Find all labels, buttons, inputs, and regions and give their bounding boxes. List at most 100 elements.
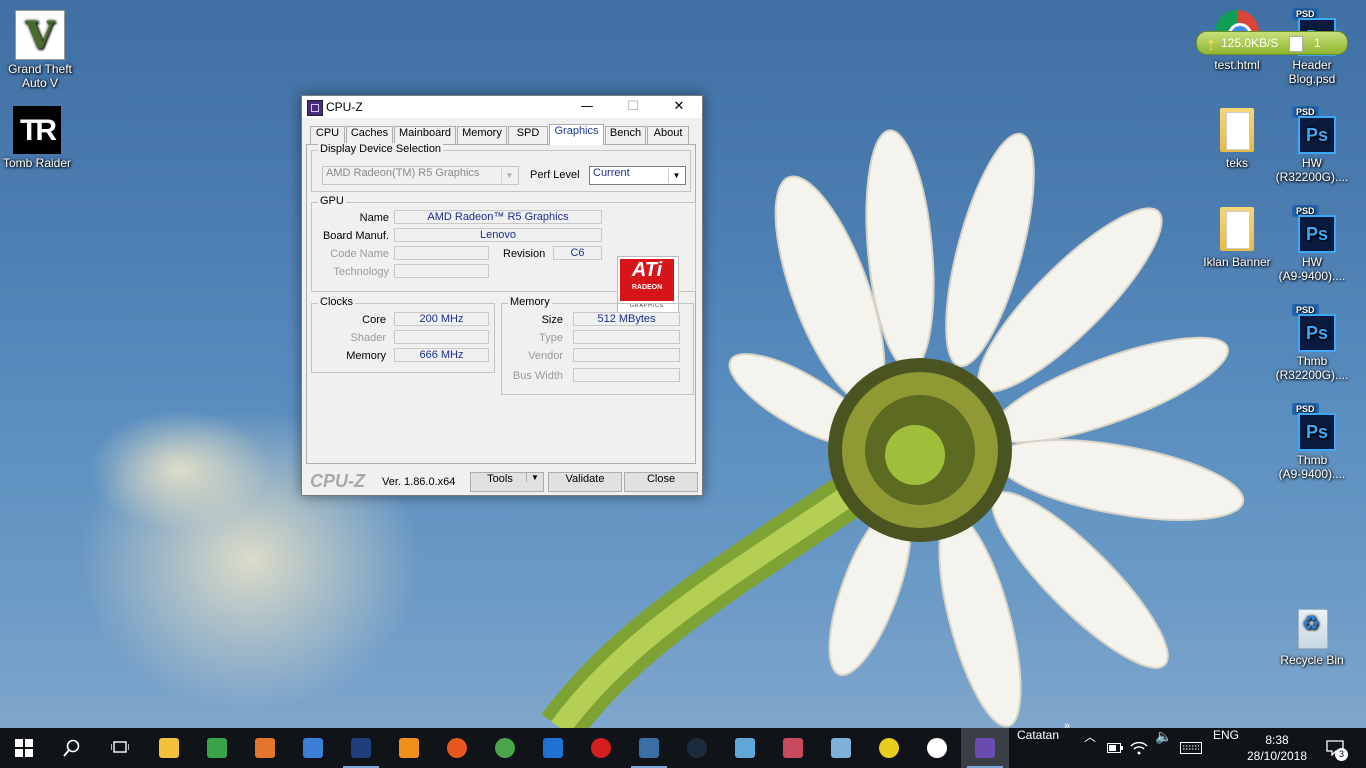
desktop-icon-gta-v[interactable]: V Grand Theft Auto V [0,10,80,90]
desktop-icon-hw-a9-9400[interactable]: PSD Ps HW (A9-9400).... [1272,205,1352,283]
close-button[interactable]: Close [624,472,698,492]
tray-label[interactable]: Catatan [1017,728,1059,768]
chevron-down-icon: ▼ [501,168,517,183]
technology-value [394,264,489,278]
taskbar-app-steam[interactable] [673,728,721,768]
desktop-icon-label: Header [1292,58,1332,72]
gpu-name-label: Name [359,212,389,224]
tab-caches[interactable]: Caches [346,126,393,144]
tools-button[interactable]: Tools ▼ [470,472,544,492]
taskbar-app-app-cross[interactable] [865,728,913,768]
core-clock-label: Core [362,314,386,326]
chevron-down-icon[interactable]: ▼ [526,473,543,482]
group-legend: Memory [508,296,552,308]
code-name-label: Code Name [330,248,389,260]
app-eagle-icon [639,738,659,758]
taskbar-app-app-blue[interactable] [721,728,769,768]
desktop-icon-label: HW [1302,156,1322,170]
wifi-icon[interactable] [1130,741,1148,755]
desktop-icon-label: Iklan Banner [1203,255,1271,269]
tab-graphics[interactable]: Graphics [549,124,604,145]
validate-button[interactable]: Validate [548,472,622,492]
taskbar-app-paint[interactable] [817,728,865,768]
psd-icon: PSDPs [1290,205,1336,253]
desktop-icon-thmb-a9-9400[interactable]: PSD Ps Thmb (A9-9400).... [1272,403,1352,481]
steam-icon [687,738,707,758]
presentation-icon [255,738,275,758]
volume-icon[interactable]: 🔈 [1155,728,1172,768]
clock[interactable]: 8:38 28/10/2018 [1246,732,1308,764]
device-select[interactable]: AMD Radeon(TM) R5 Graphics ▼ [322,166,519,185]
window-footer: CPU-Z Ver. 1.86.0.x64 Tools ▼ Validate C… [302,468,702,494]
taskbar-app-sublime-text[interactable] [385,728,433,768]
action-center-button[interactable]: 3 [1318,728,1366,768]
edge-icon [543,738,563,758]
version-label: Ver. 1.86.0.x64 [382,476,456,488]
task-view-icon [111,741,129,753]
tab-mainboard[interactable]: Mainboard [394,126,456,144]
taskbar-app-chrome[interactable] [481,728,529,768]
memory-clock-value: 666 MHz [394,348,489,362]
tab-spd[interactable]: SPD [508,126,548,144]
close-window-button[interactable]: ✕ [656,96,702,118]
network-speed-meter[interactable]: ⇡ 125.0KB/S 1 [1196,31,1348,55]
psd-icon: PSDPs [1290,304,1336,352]
minimize-button[interactable]: — [564,96,610,118]
taskbar-app-file-explorer[interactable] [145,728,193,768]
document-icon [1289,36,1303,52]
start-button[interactable] [0,728,48,768]
clock-date: 28/10/2018 [1246,749,1308,763]
show-hidden-icons-icon[interactable]: ︿ [1084,728,1096,768]
taskbar-app-presentation[interactable] [241,728,289,768]
chevron-down-icon: ▼ [668,168,684,183]
taskbar-app-document[interactable] [289,728,337,768]
task-view-button[interactable] [96,728,144,768]
title-bar[interactable]: CPU-Z — ☐ ✕ [302,96,702,118]
taskbar-app-firefox[interactable] [433,728,481,768]
display-device-group: Display Device Selection AMD Radeon(TM) … [311,143,691,192]
taskbar-app-spreadsheet[interactable] [193,728,241,768]
clock-time: 8:38 [1265,733,1289,747]
sublime-text-icon [399,738,419,758]
taskbar-app-record[interactable] [577,728,625,768]
record-icon [591,738,611,758]
clocks-group: Clocks Core 200 MHz Shader Memory 666 MH… [311,296,495,373]
taskbar-app-cpu-z[interactable] [961,728,1009,768]
memory-vendor-value [573,348,680,362]
tray-expand-icon[interactable]: » [1064,720,1070,760]
taskbar-app-app-eagle[interactable] [625,728,673,768]
search-button[interactable] [48,728,96,768]
tab-about[interactable]: About [647,126,689,144]
group-legend: Display Device Selection [318,143,444,155]
taskbar-app-app-umbrella[interactable] [769,728,817,768]
taskbar-app-photoshop[interactable] [337,728,385,768]
desktop-icon-label: HW [1302,255,1322,269]
desktop-icon-iklan-banner[interactable]: Iklan Banner [1197,207,1277,269]
taskbar-app-edge[interactable] [529,728,577,768]
tab-bench[interactable]: Bench [605,126,646,144]
keyboard-icon[interactable] [1180,742,1202,754]
desktop-icon-label: teks [1225,156,1248,170]
board-manuf-value: Lenovo [394,228,602,242]
perf-level-value: Current [593,167,630,179]
maximize-button[interactable]: ☐ [610,96,656,118]
tab-memory[interactable]: Memory [457,126,507,144]
desktop-icon-recycle-bin[interactable]: Recycle Bin [1272,603,1352,667]
language-indicator[interactable]: ENG [1213,728,1239,768]
desktop-icon-thmb-r32200g[interactable]: PSD Ps Thmb (R32200G).... [1272,304,1352,382]
desktop-icon-tomb-raider[interactable]: TR Tomb Raider [0,106,77,170]
taskbar-app-settings[interactable] [913,728,961,768]
recycle-bin-icon [1288,603,1336,651]
paint-icon [831,738,851,758]
tab-cpu[interactable]: CPU [310,126,345,144]
perf-level-select[interactable]: Current ▼ [589,166,686,185]
desktop-icon-label: (A9-9400).... [1278,269,1346,283]
firefox-icon [447,738,467,758]
memory-clock-label: Memory [346,350,386,362]
memory-size-value: 512 MBytes [573,312,680,326]
search-icon [63,739,80,757]
network-count: 1 [1314,36,1321,50]
battery-icon[interactable] [1107,743,1123,753]
desktop-icon-hw-r32200g[interactable]: PSD Ps HW (R32200G).... [1272,106,1352,184]
desktop-icon-teks[interactable]: teks [1197,108,1277,170]
